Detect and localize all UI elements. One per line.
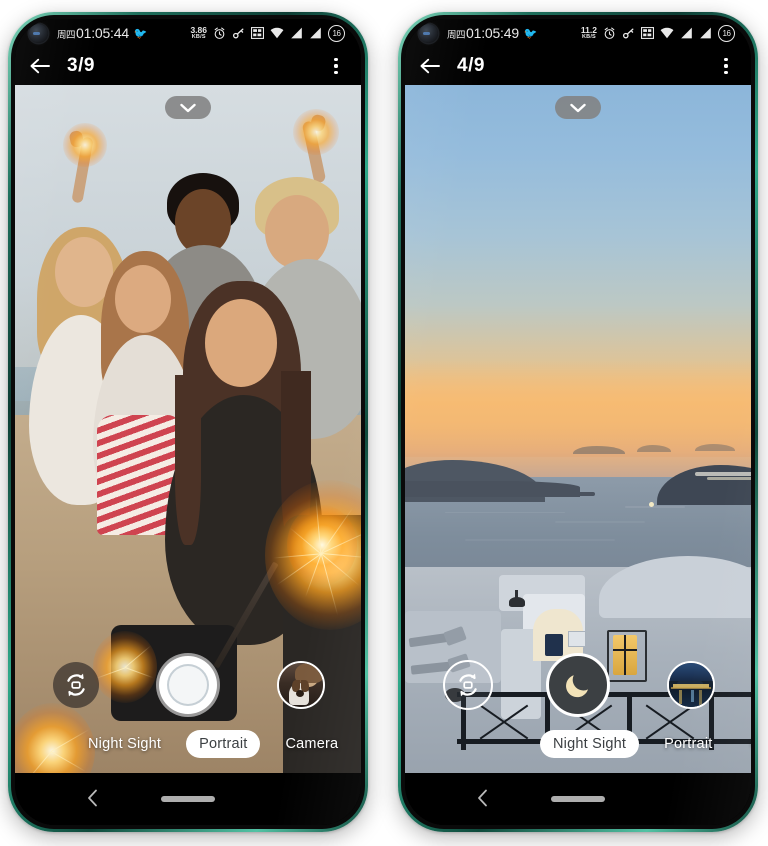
more-vertical-icon bbox=[334, 64, 338, 68]
mode-portrait[interactable]: Portrait bbox=[651, 730, 725, 758]
page-title: 3/9 bbox=[67, 55, 95, 76]
shutter-button[interactable] bbox=[159, 656, 217, 714]
more-vertical-icon bbox=[334, 70, 338, 74]
chevron-left-icon bbox=[478, 789, 487, 806]
phone-bezel: 周四 01:05:49 🐦 11.2 KB/S 16 4/9 Night Sig… bbox=[401, 15, 755, 829]
network-speed-unit: KB/S bbox=[191, 33, 206, 40]
viewfinder-dropdown-button[interactable] bbox=[165, 96, 211, 119]
signal-icon bbox=[310, 27, 321, 39]
mode-camera[interactable]: Camera bbox=[737, 730, 751, 758]
bird-icon: 🐦 bbox=[133, 27, 148, 40]
shutter-button[interactable] bbox=[546, 653, 610, 717]
phone-right: 周四 01:05:49 🐦 11.2 KB/S 16 4/9 Night Sig… bbox=[398, 12, 758, 832]
back-button[interactable] bbox=[27, 53, 53, 79]
thumbnail-image-woman-with-dog bbox=[279, 663, 323, 707]
back-button[interactable] bbox=[417, 53, 443, 79]
more-vertical-icon bbox=[724, 64, 728, 68]
alarm-icon bbox=[214, 27, 225, 39]
vpn-icon bbox=[641, 27, 654, 39]
nav-back-button[interactable] bbox=[477, 789, 488, 810]
status-bar: 周四 01:05:44 🐦 3.86 KB/S 16 bbox=[15, 19, 361, 47]
status-bar: 周四 01:05:49 🐦 11.2 KB/S 16 bbox=[405, 19, 751, 47]
camera-viewfinder[interactable]: Night Sight Portrait Camera bbox=[405, 85, 751, 773]
more-vertical-icon bbox=[334, 58, 338, 62]
phone-screen: 周四 01:05:49 🐦 11.2 KB/S 16 4/9 Night Sig… bbox=[405, 19, 751, 825]
key-icon bbox=[622, 28, 634, 38]
front-camera-icon bbox=[419, 23, 438, 43]
signal-icon bbox=[700, 27, 711, 39]
camera-mode-list: Night Sight Portrait Camera bbox=[405, 730, 751, 758]
battery-indicator: 16 bbox=[718, 24, 735, 42]
system-nav-bar bbox=[15, 773, 361, 825]
signal-icon bbox=[681, 27, 692, 39]
camera-controls bbox=[15, 653, 361, 717]
shutter-button-inner bbox=[167, 664, 209, 706]
phone-bezel: 周四 01:05:44 🐦 3.86 KB/S 16 3/9 Night Sig… bbox=[11, 15, 365, 829]
thumbnail-image-night-cityscape bbox=[669, 663, 713, 707]
wifi-icon bbox=[270, 27, 284, 39]
status-time: 周四 01:05:44 bbox=[57, 25, 129, 41]
bird-icon: 🐦 bbox=[523, 27, 538, 40]
battery-indicator: 16 bbox=[328, 24, 345, 42]
status-clock: 01:05:49 bbox=[466, 25, 519, 41]
status-icons: 3.86 KB/S 16 bbox=[190, 24, 345, 42]
mode-portrait[interactable]: Portrait bbox=[186, 730, 261, 758]
status-time: 周四 01:05:49 bbox=[447, 25, 519, 41]
mode-night-sight[interactable]: Night Sight bbox=[75, 730, 174, 758]
nav-back-button[interactable] bbox=[87, 789, 98, 810]
more-vertical-icon bbox=[724, 70, 728, 74]
camera-controls bbox=[405, 653, 751, 717]
overflow-menu-button[interactable] bbox=[715, 53, 737, 79]
nav-home-pill[interactable] bbox=[161, 796, 215, 802]
arrow-left-icon bbox=[420, 58, 440, 74]
chevron-left-icon bbox=[88, 789, 97, 806]
chevron-down-icon bbox=[180, 103, 196, 112]
status-clock: 01:05:44 bbox=[76, 25, 129, 41]
camera-flip-icon bbox=[67, 673, 85, 697]
network-speed: 3.86 KB/S bbox=[190, 26, 207, 40]
phone-left: 周四 01:05:44 🐦 3.86 KB/S 16 3/9 Night Sig… bbox=[8, 12, 368, 832]
more-vertical-icon bbox=[724, 58, 728, 62]
camera-mode-list: Night Sight Portrait Camera Video bbox=[15, 730, 361, 758]
mode-camera[interactable]: Camera bbox=[272, 730, 351, 758]
camera-flip-button[interactable] bbox=[443, 660, 493, 710]
vpn-icon bbox=[251, 27, 264, 39]
gallery-thumbnail-button[interactable] bbox=[667, 661, 715, 709]
app-bar: 3/9 bbox=[15, 47, 361, 85]
camera-mode-bar: Night Sight Portrait Camera Video bbox=[15, 727, 361, 761]
viewfinder-dropdown-button[interactable] bbox=[555, 96, 601, 119]
page-title: 4/9 bbox=[457, 55, 485, 76]
nav-home-pill[interactable] bbox=[551, 796, 605, 802]
gallery-thumbnail-button[interactable] bbox=[277, 661, 325, 709]
phone-screen: 周四 01:05:44 🐦 3.86 KB/S 16 3/9 Night Sig… bbox=[15, 19, 361, 825]
status-day: 周四 bbox=[447, 30, 466, 41]
front-camera-icon bbox=[29, 23, 48, 43]
system-nav-bar bbox=[405, 773, 751, 825]
overflow-menu-button[interactable] bbox=[325, 53, 347, 79]
arrow-left-icon bbox=[30, 58, 50, 74]
crescent-moon-icon bbox=[566, 675, 588, 698]
camera-viewfinder[interactable]: Night Sight Portrait Camera Video bbox=[15, 85, 361, 773]
chevron-down-icon bbox=[570, 103, 586, 112]
alarm-icon bbox=[604, 27, 615, 39]
status-day: 周四 bbox=[57, 30, 76, 41]
network-speed: 11.2 KB/S bbox=[581, 26, 597, 40]
camera-flip-button[interactable] bbox=[53, 662, 99, 708]
mode-night-sight[interactable]: Night Sight bbox=[540, 730, 640, 758]
screenshot-stage: 周四 01:05:44 🐦 3.86 KB/S 16 3/9 Night Sig… bbox=[0, 0, 768, 846]
camera-mode-bar: Night Sight Portrait Camera bbox=[405, 727, 751, 761]
wifi-icon bbox=[660, 27, 674, 39]
key-icon bbox=[232, 28, 244, 38]
status-icons: 11.2 KB/S 16 bbox=[581, 24, 735, 42]
signal-icon bbox=[291, 27, 302, 39]
camera-flip-icon bbox=[459, 673, 477, 697]
network-speed-unit: KB/S bbox=[581, 33, 596, 40]
app-bar: 4/9 bbox=[405, 47, 751, 85]
